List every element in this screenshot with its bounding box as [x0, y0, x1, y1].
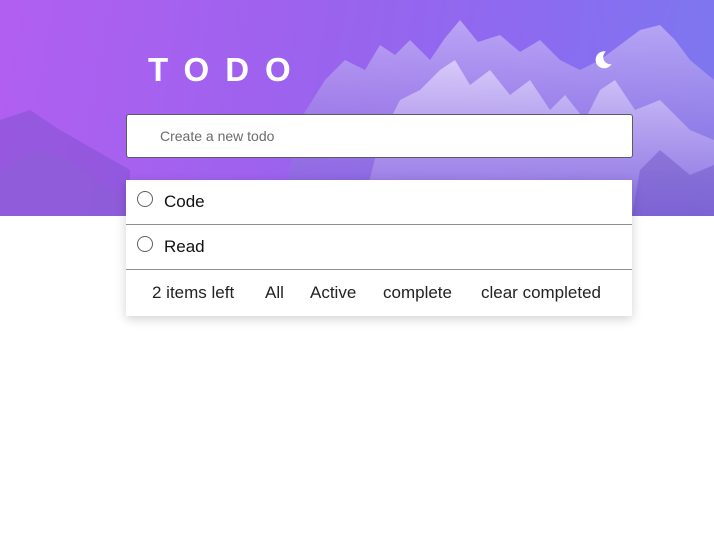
todo-item: Read: [126, 225, 632, 270]
todo-label[interactable]: Read: [164, 237, 205, 257]
filter-complete-button[interactable]: complete: [383, 283, 452, 303]
filter-active-button[interactable]: Active: [310, 283, 356, 303]
todo-label[interactable]: Code: [164, 192, 205, 212]
items-left-count: 2 items left: [152, 283, 235, 302]
todo-footer: 2 items left All Active complete clear c…: [126, 270, 632, 316]
clear-completed-button[interactable]: clear completed: [481, 283, 601, 303]
todo-checkbox[interactable]: [137, 236, 153, 252]
new-todo-input[interactable]: [126, 114, 633, 158]
theme-toggle-button[interactable]: [592, 49, 614, 71]
filter-all-button[interactable]: All: [265, 283, 284, 303]
todo-checkbox[interactable]: [137, 191, 153, 207]
todo-item: Code: [126, 180, 632, 225]
todo-list-card: Code Read 2 items left All Active comple…: [126, 180, 632, 316]
moon-icon: [595, 51, 612, 69]
page-title: TODO: [148, 51, 307, 88]
